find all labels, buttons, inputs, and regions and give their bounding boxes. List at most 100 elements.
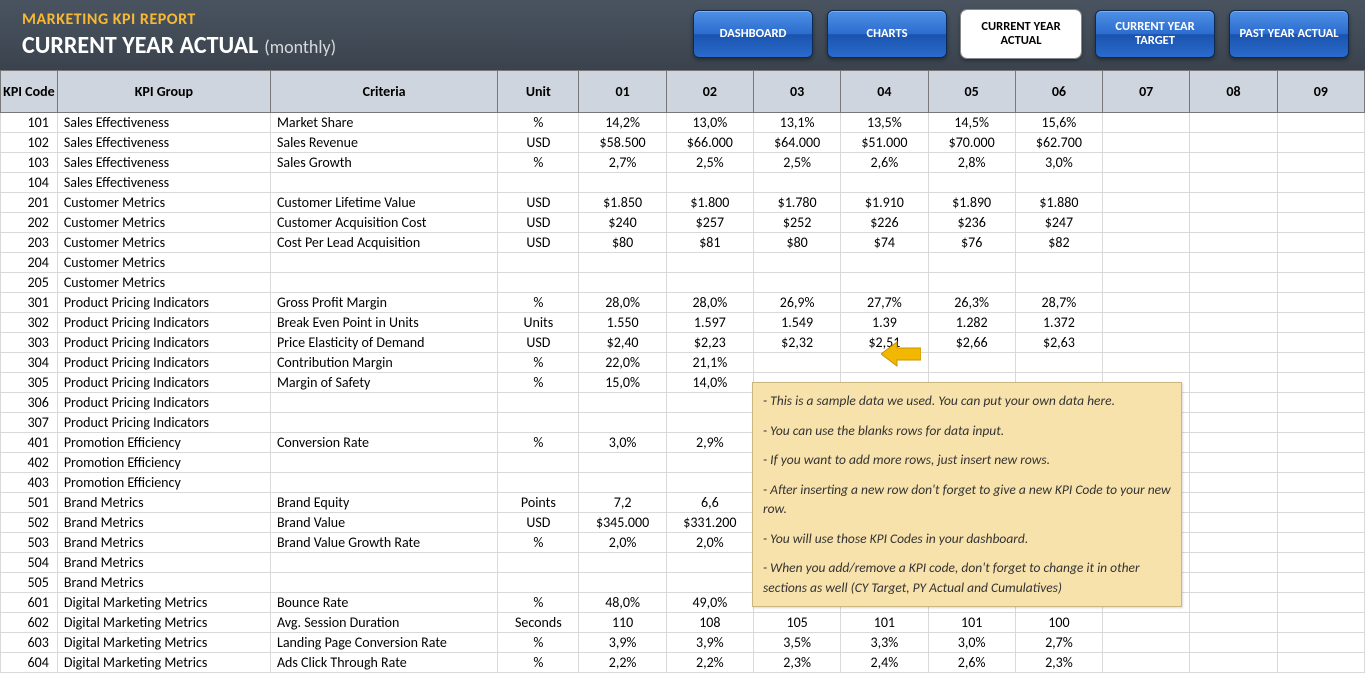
cell-value[interactable] <box>753 173 840 193</box>
cell-value[interactable]: 2,9% <box>666 433 753 453</box>
cell-value[interactable]: 7,2 <box>579 493 666 513</box>
cell-value[interactable] <box>1277 613 1364 633</box>
cell-value[interactable]: 105 <box>753 613 840 633</box>
cell-unit[interactable] <box>498 473 579 493</box>
cell-value[interactable]: 26,9% <box>753 293 840 313</box>
cell-unit[interactable]: USD <box>498 213 579 233</box>
cell-unit[interactable]: % <box>498 653 579 673</box>
col-header-month[interactable]: 07 <box>1103 71 1190 113</box>
cell-value[interactable] <box>1277 433 1364 453</box>
cell-value[interactable]: 1.39 <box>841 313 928 333</box>
cell-code[interactable]: 104 <box>1 173 58 193</box>
cell-criteria[interactable] <box>270 173 497 193</box>
cell-group[interactable]: Promotion Efficiency <box>57 433 270 453</box>
cell-criteria[interactable]: Market Share <box>270 113 497 133</box>
cell-value[interactable] <box>1103 253 1190 273</box>
cell-value[interactable]: $2,23 <box>666 333 753 353</box>
cell-value[interactable] <box>1190 493 1277 513</box>
cell-value[interactable] <box>1103 113 1190 133</box>
cell-code[interactable]: 301 <box>1 293 58 313</box>
cell-criteria[interactable]: Contribution Margin <box>270 353 497 373</box>
col-header-month[interactable]: 01 <box>579 71 666 113</box>
cell-code[interactable]: 205 <box>1 273 58 293</box>
cell-value[interactable] <box>841 173 928 193</box>
cell-code[interactable]: 101 <box>1 113 58 133</box>
cell-criteria[interactable] <box>270 253 497 273</box>
cell-criteria[interactable]: Landing Page Conversion Rate <box>270 633 497 653</box>
cell-value[interactable]: 2,5% <box>753 153 840 173</box>
cell-value[interactable]: 27,7% <box>841 293 928 313</box>
col-header-month[interactable]: 03 <box>753 71 840 113</box>
cell-code[interactable]: 203 <box>1 233 58 253</box>
cell-value[interactable]: 48,0% <box>579 593 666 613</box>
cell-value[interactable]: $51.000 <box>841 133 928 153</box>
cell-code[interactable]: 303 <box>1 333 58 353</box>
cell-group[interactable]: Product Pricing Indicators <box>57 373 270 393</box>
cell-criteria[interactable]: Customer Acquisition Cost <box>270 213 497 233</box>
cell-value[interactable] <box>1190 373 1277 393</box>
cell-value[interactable] <box>753 273 840 293</box>
cell-code[interactable]: 201 <box>1 193 58 213</box>
cell-unit[interactable]: USD <box>498 133 579 153</box>
cell-value[interactable]: $82 <box>1015 233 1102 253</box>
cell-value[interactable] <box>1277 533 1364 553</box>
cell-value[interactable] <box>1277 493 1364 513</box>
cell-code[interactable]: 602 <box>1 613 58 633</box>
cell-group[interactable]: Customer Metrics <box>57 193 270 213</box>
cell-value[interactable] <box>841 253 928 273</box>
cell-criteria[interactable] <box>270 273 497 293</box>
cell-value[interactable]: 2,6% <box>928 653 1015 673</box>
cell-criteria[interactable]: Conversion Rate <box>270 433 497 453</box>
cell-value[interactable]: 28,7% <box>1015 293 1102 313</box>
cell-value[interactable] <box>1190 153 1277 173</box>
cell-group[interactable]: Product Pricing Indicators <box>57 393 270 413</box>
cell-criteria[interactable] <box>270 473 497 493</box>
cell-criteria[interactable] <box>270 453 497 473</box>
cell-value[interactable]: 1.549 <box>753 313 840 333</box>
cell-unit[interactable]: % <box>498 293 579 313</box>
cell-group[interactable]: Customer Metrics <box>57 213 270 233</box>
cell-value[interactable] <box>1190 313 1277 333</box>
cell-value[interactable]: $2,40 <box>579 333 666 353</box>
cell-value[interactable] <box>1277 233 1364 253</box>
cell-group[interactable]: Digital Marketing Metrics <box>57 593 270 613</box>
cell-value[interactable]: 100 <box>1015 613 1102 633</box>
col-header-month[interactable]: 05 <box>928 71 1015 113</box>
cell-group[interactable]: Digital Marketing Metrics <box>57 633 270 653</box>
cell-value[interactable] <box>928 173 1015 193</box>
cell-value[interactable] <box>1277 633 1364 653</box>
cell-group[interactable]: Digital Marketing Metrics <box>57 653 270 673</box>
cell-value[interactable]: 101 <box>841 613 928 633</box>
cell-value[interactable] <box>1103 213 1190 233</box>
cell-value[interactable] <box>841 273 928 293</box>
cell-value[interactable]: 2,8% <box>928 153 1015 173</box>
cell-value[interactable] <box>928 253 1015 273</box>
cell-unit[interactable] <box>498 273 579 293</box>
cell-value[interactable] <box>1103 233 1190 253</box>
cell-group[interactable]: Brand Metrics <box>57 513 270 533</box>
nav-btn-current-year-target[interactable]: CURRENT YEAR TARGET <box>1095 10 1215 58</box>
cell-value[interactable]: $70.000 <box>928 133 1015 153</box>
cell-unit[interactable] <box>498 393 579 413</box>
cell-group[interactable]: Product Pricing Indicators <box>57 333 270 353</box>
cell-value[interactable]: 3,0% <box>1015 153 1102 173</box>
cell-value[interactable] <box>1015 173 1102 193</box>
cell-unit[interactable]: USD <box>498 233 579 253</box>
cell-value[interactable]: 1.282 <box>928 313 1015 333</box>
cell-value[interactable]: 101 <box>928 613 1015 633</box>
cell-value[interactable] <box>1277 153 1364 173</box>
cell-value[interactable] <box>1190 413 1277 433</box>
cell-value[interactable] <box>1103 153 1190 173</box>
cell-criteria[interactable]: Cost Per Lead Acquisition <box>270 233 497 253</box>
cell-unit[interactable] <box>498 453 579 473</box>
cell-criteria[interactable]: Break Even Point in Units <box>270 313 497 333</box>
cell-value[interactable]: $331.200 <box>666 513 753 533</box>
cell-group[interactable]: Sales Effectiveness <box>57 173 270 193</box>
cell-value[interactable] <box>1277 473 1364 493</box>
cell-group[interactable]: Customer Metrics <box>57 253 270 273</box>
cell-value[interactable]: 15,6% <box>1015 113 1102 133</box>
cell-value[interactable] <box>1277 553 1364 573</box>
cell-value[interactable]: 2,2% <box>579 653 666 673</box>
cell-value[interactable] <box>666 413 753 433</box>
cell-value[interactable]: $1.910 <box>841 193 928 213</box>
